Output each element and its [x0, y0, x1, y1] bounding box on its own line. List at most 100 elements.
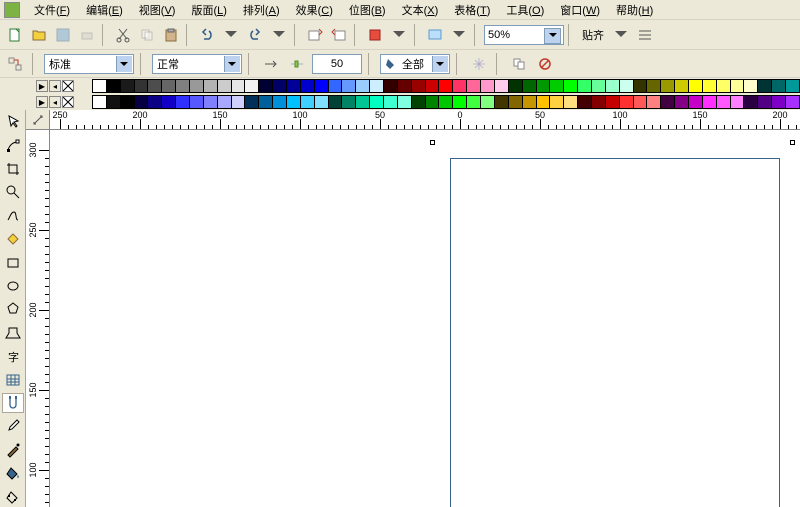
import-button[interactable] — [304, 24, 326, 46]
menu-文本[interactable]: 文本(X) — [394, 1, 447, 19]
page[interactable] — [450, 158, 780, 507]
color-swatch[interactable] — [702, 79, 717, 93]
menu-编辑[interactable]: 编辑(E) — [78, 1, 131, 19]
options-button[interactable] — [634, 24, 656, 46]
color-swatch[interactable] — [633, 95, 648, 109]
color-swatch[interactable] — [134, 79, 149, 93]
freehand-tool[interactable] — [2, 206, 24, 226]
color-swatch[interactable] — [771, 79, 786, 93]
color-swatch[interactable] — [369, 95, 384, 109]
cut-button[interactable] — [112, 24, 134, 46]
color-swatch[interactable] — [258, 95, 273, 109]
color-swatch[interactable] — [508, 95, 523, 109]
copy-props-button[interactable] — [508, 53, 530, 75]
menu-排列[interactable]: 排列(A) — [235, 1, 288, 19]
vertical-ruler[interactable]: 300250200150100 — [26, 130, 50, 507]
color-swatch[interactable] — [92, 95, 107, 109]
palette-none-icon[interactable] — [62, 80, 74, 92]
color-swatch[interactable] — [743, 95, 758, 109]
menu-版面[interactable]: 版面(L) — [183, 1, 234, 19]
text-tool[interactable]: 字 — [2, 346, 24, 366]
color-swatch[interactable] — [411, 95, 426, 109]
new-button[interactable] — [4, 24, 26, 46]
ruler-origin[interactable] — [26, 110, 50, 130]
color-swatch[interactable] — [536, 79, 551, 93]
palette-prev-icon[interactable]: ◂ — [49, 80, 61, 92]
color-swatch[interactable] — [452, 79, 467, 93]
selection-handle[interactable] — [790, 140, 795, 145]
palette2-none-icon[interactable] — [62, 96, 74, 108]
color-swatch[interactable] — [231, 95, 246, 109]
copy-button[interactable] — [136, 24, 158, 46]
color-swatch[interactable] — [438, 95, 453, 109]
color-swatch[interactable] — [466, 79, 481, 93]
color-swatch[interactable] — [563, 79, 578, 93]
shape-tool[interactable] — [2, 135, 24, 155]
zoom-select[interactable]: 50% — [484, 25, 564, 45]
color-swatch[interactable] — [120, 79, 135, 93]
color-swatch[interactable] — [106, 79, 121, 93]
crop-tool[interactable] — [2, 159, 24, 179]
color-swatch[interactable] — [383, 95, 398, 109]
color-swatch[interactable] — [411, 79, 426, 93]
color-swatch[interactable] — [300, 95, 315, 109]
color-swatch[interactable] — [494, 79, 509, 93]
color-swatch[interactable] — [175, 95, 190, 109]
print-button[interactable] — [76, 24, 98, 46]
color-swatch[interactable] — [258, 79, 273, 93]
color-swatch[interactable] — [494, 95, 509, 109]
color-swatch[interactable] — [549, 95, 564, 109]
color-swatch[interactable] — [757, 79, 772, 93]
export-button[interactable] — [328, 24, 350, 46]
color-swatch[interactable] — [425, 95, 440, 109]
style-select[interactable]: 标准 — [44, 54, 134, 74]
color-swatch[interactable] — [134, 95, 149, 109]
color-swatch[interactable] — [383, 79, 398, 93]
welcome-dropdown[interactable] — [448, 24, 470, 46]
color-swatch[interactable] — [605, 79, 620, 93]
color-swatch[interactable] — [272, 95, 287, 109]
preset-button[interactable] — [4, 53, 26, 75]
interactive-fill-tool[interactable] — [2, 487, 24, 507]
app-launcher-button[interactable] — [364, 24, 386, 46]
color-swatch[interactable] — [203, 95, 218, 109]
color-swatch[interactable] — [757, 95, 772, 109]
color-swatch[interactable] — [147, 79, 162, 93]
palette2-prev-icon[interactable]: ◂ — [49, 96, 61, 108]
save-button[interactable] — [52, 24, 74, 46]
color-swatch[interactable] — [161, 79, 176, 93]
color-swatch[interactable] — [314, 95, 329, 109]
paste-button[interactable] — [160, 24, 182, 46]
outline-tool[interactable] — [2, 440, 24, 460]
redo-button[interactable] — [244, 24, 266, 46]
pick-tool[interactable] — [2, 112, 24, 132]
menu-视图[interactable]: 视图(V) — [131, 1, 184, 19]
color-swatch[interactable] — [563, 95, 578, 109]
color-swatch[interactable] — [785, 95, 800, 109]
rectangle-tool[interactable] — [2, 252, 24, 272]
menu-工具[interactable]: 工具(O) — [498, 1, 552, 19]
color-swatch[interactable] — [688, 95, 703, 109]
color-swatch[interactable] — [300, 79, 315, 93]
color-swatch[interactable] — [577, 79, 592, 93]
color-swatch[interactable] — [92, 79, 107, 93]
color-swatch[interactable] — [619, 79, 634, 93]
selection-handle[interactable] — [430, 140, 435, 145]
color-swatch[interactable] — [466, 95, 481, 109]
color-swatch[interactable] — [397, 79, 412, 93]
color-swatch[interactable] — [646, 95, 661, 109]
color-swatch[interactable] — [286, 79, 301, 93]
polygon-tool[interactable] — [2, 299, 24, 319]
color-swatch[interactable] — [771, 95, 786, 109]
fill-tool[interactable] — [2, 463, 24, 483]
color-swatch[interactable] — [633, 79, 648, 93]
color-swatch[interactable] — [660, 79, 675, 93]
color-swatch[interactable] — [522, 79, 537, 93]
color-swatch[interactable] — [688, 79, 703, 93]
color-swatch[interactable] — [674, 79, 689, 93]
direction-button[interactable] — [260, 53, 282, 75]
drawing-canvas[interactable] — [50, 130, 800, 507]
color-swatch[interactable] — [355, 95, 370, 109]
color-swatch[interactable] — [397, 95, 412, 109]
color-swatch[interactable] — [591, 79, 606, 93]
